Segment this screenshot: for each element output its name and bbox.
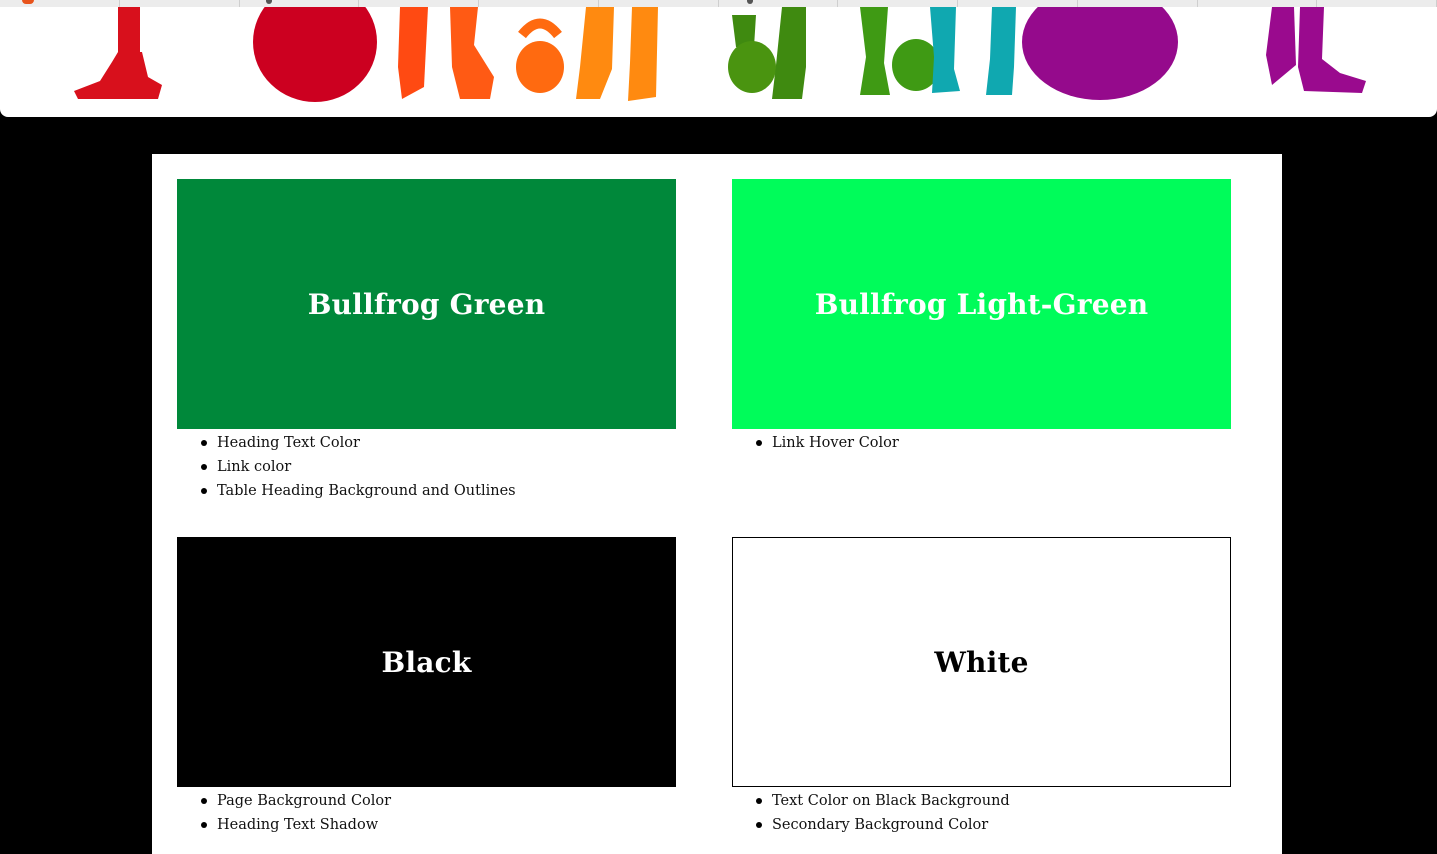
- swatch-title: Bullfrog Green: [307, 287, 546, 321]
- usage-list: Text Color on Black Background Secondary…: [732, 789, 1231, 837]
- purple-legs-figure: [1266, 7, 1366, 93]
- favicon-icon: [22, 0, 34, 4]
- orange-legs-figure: [398, 7, 494, 99]
- usage-list: Heading Text Color Link color Table Head…: [177, 431, 676, 503]
- browser-tab[interactable]: [240, 0, 360, 7]
- swatch-card: Bullfrog Green Heading Text Color Link c…: [177, 179, 676, 503]
- favicon-icon: [265, 0, 272, 4]
- browser-tab[interactable]: [0, 0, 120, 7]
- browser-tab[interactable]: [1198, 0, 1318, 7]
- orange-kettlebell: [516, 18, 564, 93]
- list-item: Link color: [201, 455, 676, 479]
- browser-tab[interactable]: [599, 0, 719, 7]
- list-item: Text Color on Black Background: [756, 789, 1231, 813]
- list-item: Link Hover Color: [756, 431, 1231, 455]
- browser-tab[interactable]: [359, 0, 479, 7]
- swatch-card: Bullfrog Light-Green Link Hover Color: [732, 179, 1231, 455]
- favicon-icon: [746, 0, 753, 4]
- color-swatch: Bullfrog Light-Green: [732, 179, 1231, 429]
- green-kettlebell: [728, 7, 806, 99]
- list-item: Table Heading Background and Outlines: [201, 479, 676, 503]
- list-item: Heading Text Color: [201, 431, 676, 455]
- purple-ball: [1022, 7, 1178, 100]
- usage-list: Link Hover Color: [732, 431, 1231, 455]
- browser-tab[interactable]: [719, 0, 839, 7]
- color-swatch: Black: [177, 537, 676, 787]
- swatch-title: Black: [381, 645, 472, 679]
- browser-tab[interactable]: [958, 0, 1078, 7]
- swatch-title: White: [934, 645, 1029, 679]
- orange-legs-figure-2: [576, 7, 658, 101]
- list-item: Page Background Color: [201, 789, 676, 813]
- browser-tab[interactable]: [838, 0, 958, 7]
- browser-tab[interactable]: [1078, 0, 1198, 7]
- teal-legs-figure: [930, 7, 1016, 95]
- red-ball: [253, 7, 377, 102]
- swatch-title: Bullfrog Light-Green: [814, 287, 1149, 321]
- color-swatch: White: [732, 537, 1231, 787]
- browser-tab[interactable]: [120, 0, 240, 7]
- header-banner-image: [0, 7, 1437, 117]
- usage-list: Page Background Color Heading Text Shado…: [177, 789, 676, 837]
- green-legs-figure: [860, 7, 940, 95]
- swatch-card: Black Page Background Color Heading Text…: [177, 537, 676, 837]
- list-item: Secondary Background Color: [756, 813, 1231, 837]
- red-legs-figure: [74, 7, 162, 99]
- color-palette-panel: Bullfrog Green Heading Text Color Link c…: [152, 154, 1282, 854]
- list-item: Heading Text Shadow: [201, 813, 676, 837]
- browser-tab[interactable]: [1317, 0, 1437, 7]
- color-swatch: Bullfrog Green: [177, 179, 676, 429]
- swatch-card: White Text Color on Black Background Sec…: [732, 537, 1231, 837]
- browser-tab[interactable]: [479, 0, 599, 7]
